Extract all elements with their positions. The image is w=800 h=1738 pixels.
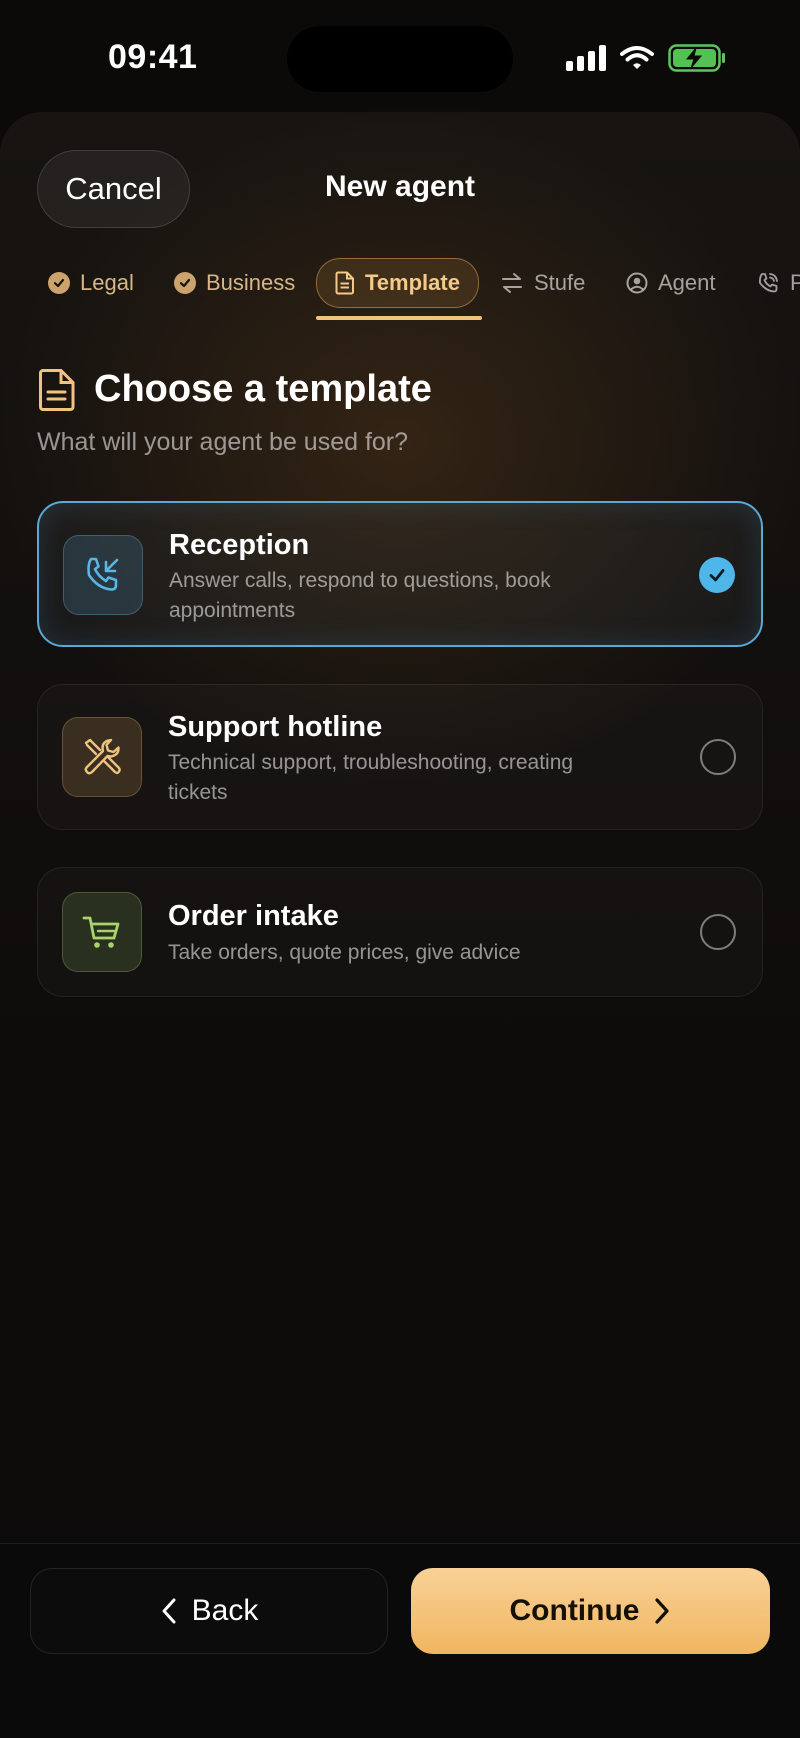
back-button[interactable]: Back [30, 1568, 388, 1654]
card-description: Technical support, troubleshooting, crea… [168, 751, 574, 804]
card-title: Support hotline [168, 711, 383, 743]
step-label: Business [206, 270, 296, 295]
template-card-reception[interactable]: Reception Answer calls, respond to quest… [37, 501, 763, 647]
step-template[interactable]: Template [316, 258, 479, 308]
check-circle-icon [48, 272, 70, 294]
section-title: Choose a template [94, 368, 432, 410]
radio-checked-icon[interactable] [699, 557, 735, 593]
dynamic-island [287, 26, 513, 92]
step-agent[interactable]: Agent [626, 258, 716, 308]
wifi-icon [620, 46, 654, 69]
cellular-signal-icon [566, 45, 606, 71]
chevron-left-icon [162, 1598, 176, 1624]
phone-incoming-icon [63, 535, 143, 615]
status-time: 09:41 [108, 38, 198, 76]
card-title: Order intake [168, 900, 339, 932]
step-label: Agent [658, 270, 716, 295]
user-circle-icon [626, 272, 648, 294]
step-legal[interactable]: Legal [48, 258, 134, 308]
card-title: Reception [169, 529, 310, 561]
swap-arrows-icon [502, 273, 522, 293]
battery-charging-icon [668, 44, 725, 72]
tools-icon [62, 717, 142, 797]
step-label: Legal [80, 270, 134, 295]
status-bar: 09:41 [0, 0, 800, 110]
step-label: P [790, 270, 800, 295]
step-label: Stufe [534, 270, 586, 295]
template-card-order-intake[interactable]: Order intake Take orders, quote prices, … [37, 867, 763, 997]
radio-unchecked-icon[interactable] [700, 739, 736, 775]
chevron-right-icon [655, 1598, 670, 1624]
card-description: Answer calls, respond to questions, book… [169, 569, 551, 622]
step-stufe[interactable]: Stufe [500, 258, 585, 308]
cart-icon [62, 892, 142, 972]
screen: 09:41 Cancel New agent Legal Business Te… [0, 0, 800, 1738]
card-description: Take orders, quote prices, give advice [168, 941, 521, 964]
bottom-action-bar: Back Continue [0, 1543, 800, 1738]
step-business[interactable]: Business [174, 258, 295, 308]
document-icon [335, 271, 354, 295]
continue-button[interactable]: Continue [411, 1568, 770, 1654]
continue-label: Continue [509, 1594, 640, 1627]
document-icon [39, 369, 75, 411]
back-label: Back [191, 1594, 259, 1627]
status-icons [566, 42, 726, 74]
step-phone[interactable]: P [756, 258, 800, 308]
page-title: New agent [324, 170, 476, 203]
step-tabs: Legal Business Template Stufe Agent P [0, 258, 800, 318]
active-step-indicator [316, 316, 482, 320]
radio-unchecked-icon[interactable] [700, 914, 736, 950]
check-circle-icon [174, 272, 196, 294]
phone-call-icon [759, 273, 778, 293]
step-label: Template [365, 270, 460, 295]
template-card-support-hotline[interactable]: Support hotline Technical support, troub… [37, 684, 763, 830]
section-subtitle: What will your agent be used for? [37, 428, 409, 456]
